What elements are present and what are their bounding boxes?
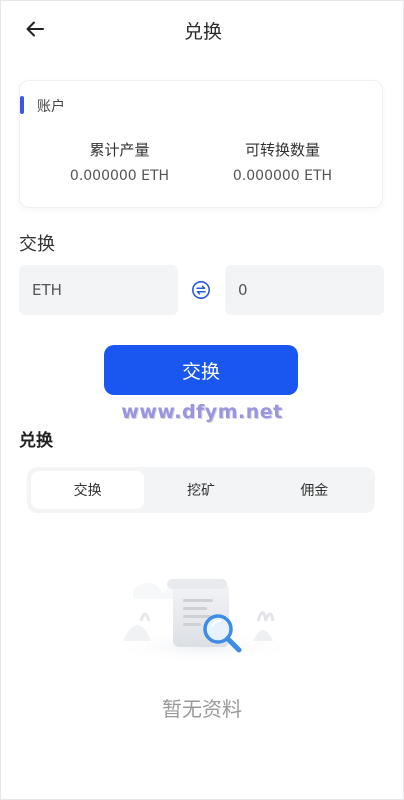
exchange-button[interactable]: 交换	[104, 345, 298, 395]
empty-state-text: 暂无资料	[162, 697, 242, 721]
document-search-icon	[108, 579, 298, 663]
tab-mining[interactable]: 挖矿	[144, 471, 257, 509]
watermark-text: www.dfym.net	[121, 401, 283, 423]
from-currency-field[interactable]: ETH	[19, 265, 178, 315]
stat-convertible-amount: 可转换数量 0.000000 ETH	[192, 139, 373, 184]
stat-label: 可转换数量	[244, 141, 320, 159]
stat-value: 0.000000 ETH	[232, 168, 333, 184]
app-frame: 兑换 账户 累计产量 0.000000 ETH 可转换数量 0.000000 E…	[0, 0, 404, 800]
tab-exchange[interactable]: 交换	[31, 471, 145, 509]
account-label: 账户	[37, 99, 65, 115]
account-card: 账户 累计产量 0.000000 ETH 可转换数量 0.000000 ETH	[19, 80, 383, 208]
amount-input[interactable]: 0	[225, 265, 384, 315]
stat-value: 0.000000 ETH	[69, 168, 170, 184]
history-section-title: 兑换	[19, 431, 53, 451]
stat-label: 累计产量	[89, 141, 150, 159]
exchange-section-title: 交换	[19, 234, 55, 255]
stat-total-output: 累计产量 0.000000 ETH	[29, 139, 210, 184]
page-title: 兑换	[183, 21, 222, 43]
swap-icon[interactable]	[191, 280, 211, 300]
header: 兑换	[1, 1, 404, 57]
tab-commission[interactable]: 佣金	[258, 471, 371, 509]
account-accent-bar	[20, 96, 24, 114]
history-tabs: 交换 挖矿 佣金	[27, 467, 375, 513]
